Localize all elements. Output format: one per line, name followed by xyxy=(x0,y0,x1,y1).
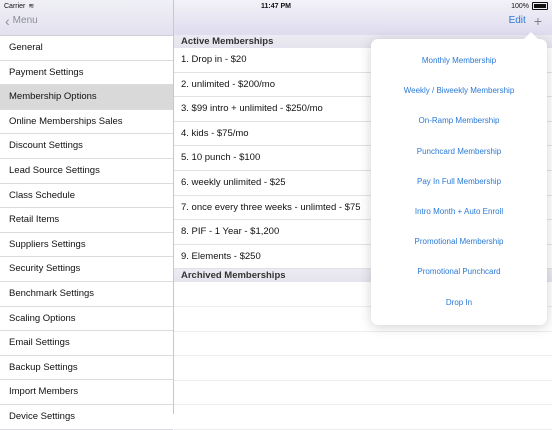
status-bar: Carrier ≋ 11:47 PM 100% xyxy=(0,0,552,12)
sidebar-item[interactable]: Import Members xyxy=(0,380,173,405)
sidebar-item[interactable]: Scaling Options xyxy=(0,307,173,332)
sidebar-item[interactable]: Suppliers Settings xyxy=(0,233,173,258)
sidebar-item[interactable]: Class Schedule xyxy=(0,184,173,209)
sidebar-item[interactable]: Membership Options xyxy=(0,85,173,110)
add-membership-popover: Monthly Membership Weekly / Biweekly Memb… xyxy=(371,32,547,325)
settings-list: General Payment Settings Membership Option… xyxy=(0,36,173,430)
popover-menu-item[interactable]: Monthly Membership xyxy=(371,56,547,65)
empty-row xyxy=(174,405,552,430)
popover-menu-item[interactable]: Punchcard Membership xyxy=(371,147,547,156)
plus-icon[interactable]: + xyxy=(534,14,542,28)
popover-menu-item[interactable]: Promotional Membership xyxy=(371,237,547,246)
empty-row xyxy=(174,381,552,406)
sidebar-item[interactable]: Email Settings xyxy=(0,331,173,356)
empty-row xyxy=(174,332,552,357)
sidebar-item[interactable]: Device Settings xyxy=(0,405,173,430)
back-label: Menu xyxy=(12,15,38,26)
sidebar-item[interactable]: Security Settings xyxy=(0,257,173,282)
sidebar-item[interactable]: Retail Items xyxy=(0,208,173,233)
empty-row xyxy=(174,356,552,381)
edit-button[interactable]: Edit xyxy=(509,15,526,26)
popover-menu-item[interactable]: Intro Month + Auto Enroll xyxy=(371,207,547,216)
popover-menu-item[interactable]: Promotional Punchcard xyxy=(371,267,547,276)
popover-menu-item[interactable]: Drop In xyxy=(371,298,547,307)
chevron-left-icon: ‹ xyxy=(5,12,10,29)
sidebar-item[interactable]: Online Memberships Sales xyxy=(0,110,173,135)
settings-sidebar: ‹ Menu General Payment Settings Membership… xyxy=(0,0,174,430)
clock: 11:47 PM xyxy=(261,2,291,10)
battery-icon xyxy=(532,2,548,10)
sidebar-item[interactable]: General xyxy=(0,36,173,61)
sidebar-item[interactable]: Benchmark Settings xyxy=(0,282,173,307)
sidebar-item[interactable]: Payment Settings xyxy=(0,61,173,86)
popover-menu-item[interactable]: Weekly / Biweekly Membership xyxy=(371,86,547,95)
sidebar-item[interactable]: Backup Settings xyxy=(0,356,173,381)
back-button[interactable]: ‹ Menu xyxy=(5,12,38,29)
sidebar-item[interactable]: Lead Source Settings xyxy=(0,159,173,184)
popover-menu-item[interactable]: Pay In Full Membership xyxy=(371,177,547,186)
sidebar-item[interactable]: Discount Settings xyxy=(0,134,173,159)
popover-menu-item[interactable]: On-Ramp Membership xyxy=(371,116,547,125)
